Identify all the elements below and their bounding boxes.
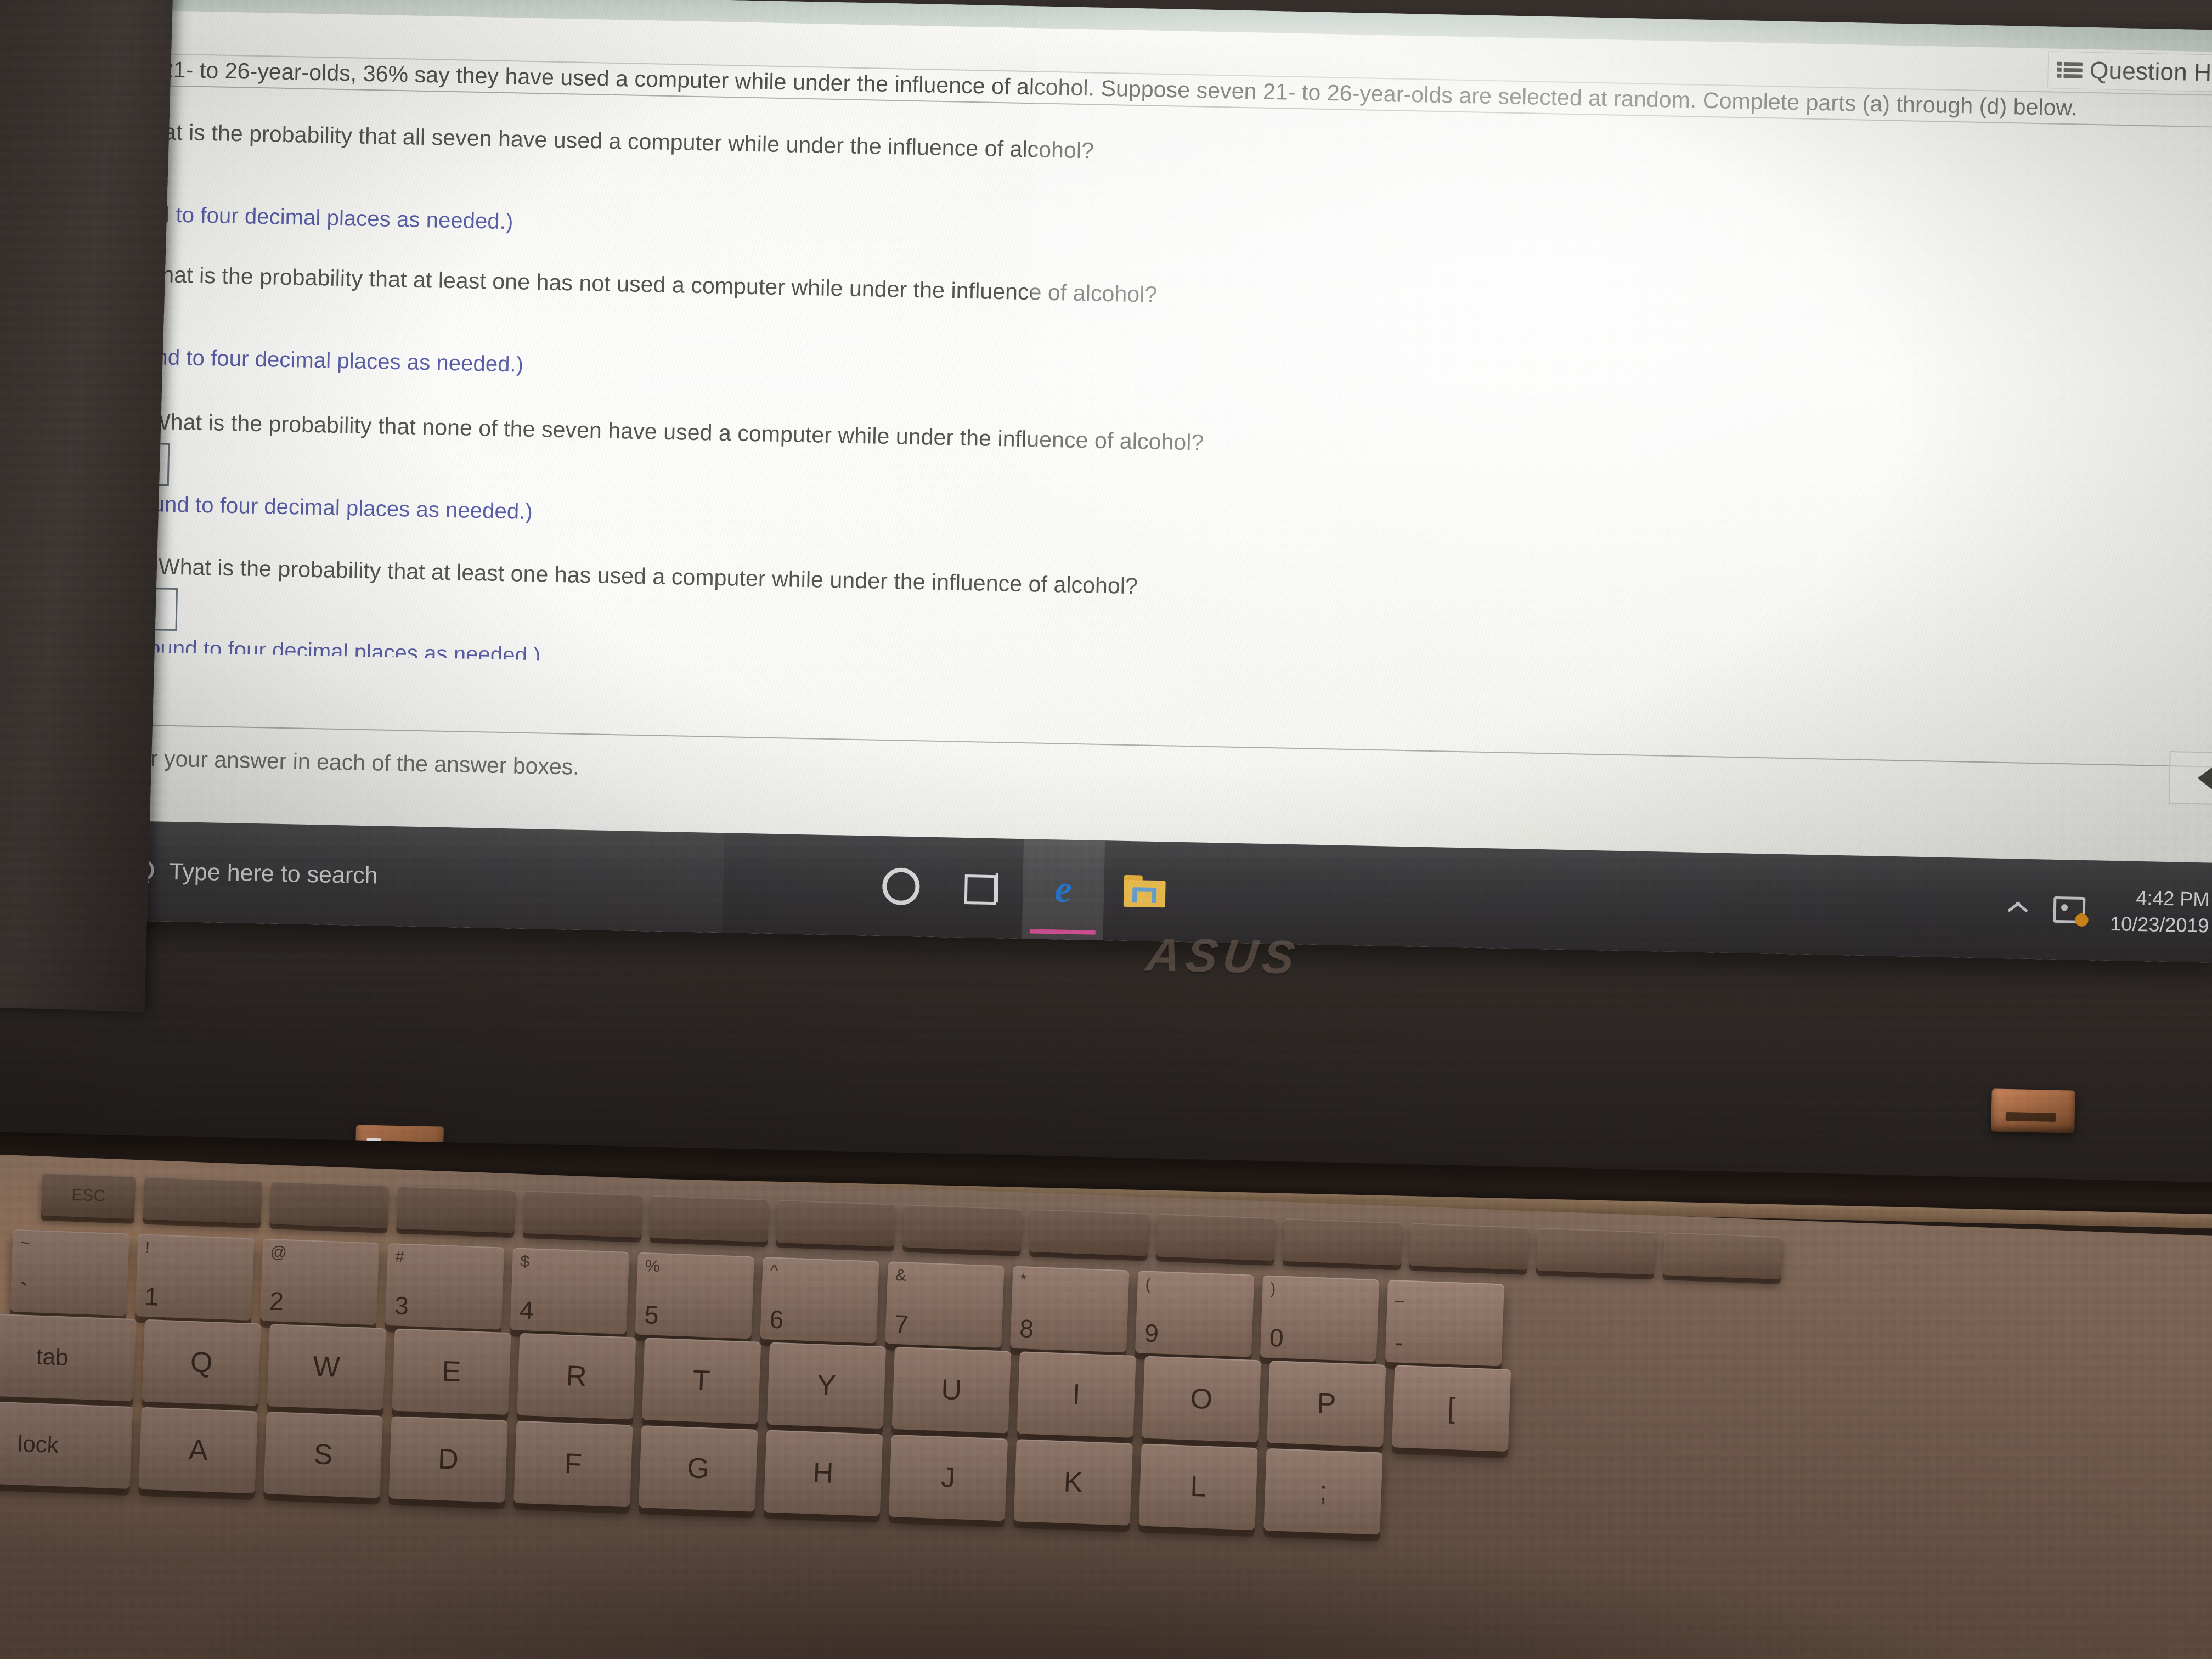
key-a[interactable]: A: [138, 1407, 258, 1494]
clock-date: 10/23/2019: [2109, 912, 2209, 937]
key-f11[interactable]: [1409, 1223, 1529, 1271]
key-9[interactable]: (9: [1135, 1271, 1255, 1357]
key-esc[interactable]: ESC: [41, 1172, 136, 1219]
key-f5[interactable]: [650, 1195, 769, 1243]
key-f12[interactable]: [1536, 1227, 1656, 1275]
key-f3[interactable]: [396, 1186, 516, 1233]
taskbar-icons: e: [860, 836, 1187, 942]
key-y[interactable]: Y: [766, 1342, 887, 1429]
search-placeholder: Type here to search: [169, 858, 379, 889]
microsoft-edge-icon[interactable]: e: [1022, 839, 1105, 941]
part-a-prompt: What is the probability that all seven h…: [129, 119, 1094, 163]
key-l[interactable]: L: [1138, 1443, 1258, 1531]
asus-brand-logo: ASUS: [1143, 928, 1303, 984]
key-h[interactable]: H: [763, 1430, 883, 1517]
key-8[interactable]: * 8: [1010, 1266, 1130, 1353]
key-tab[interactable]: tab: [0, 1313, 136, 1402]
key-g[interactable]: G: [639, 1425, 758, 1512]
key-2[interactable]: @2: [260, 1238, 380, 1325]
chevron-up-icon[interactable]: [2007, 903, 2028, 915]
key-3[interactable]: #3: [385, 1243, 505, 1330]
taskbar-clock[interactable]: 4:42 PM 10/23/2019: [2110, 886, 2210, 938]
round-note-c: (Round to four decimal places as needed.…: [116, 491, 533, 524]
system-tray: 4:42 PM 10/23/2019: [2007, 884, 2212, 938]
key-s[interactable]: S: [263, 1411, 383, 1498]
key-d[interactable]: D: [388, 1416, 508, 1503]
photo-stage: Question Help Among 21- to 26-year-olds,…: [0, 0, 2212, 1659]
clock-time: 4:42 PM: [2135, 886, 2210, 911]
edge-glyph: e: [1054, 868, 1073, 911]
key-f4[interactable]: [523, 1190, 642, 1238]
key-f13[interactable]: [1662, 1232, 1782, 1279]
file-explorer-icon[interactable]: [1103, 840, 1186, 942]
cortana-icon[interactable]: [860, 836, 943, 937]
key-7[interactable]: & 7: [885, 1261, 1005, 1348]
question-body: Among 21- to 26-year-olds, 36% say they …: [0, 50, 2212, 848]
key-[[interactable]: [: [1391, 1365, 1511, 1452]
question-help-button[interactable]: Question Help: [2047, 51, 2212, 93]
key-j[interactable]: J: [888, 1434, 1008, 1521]
screen-bezel-left: [0, 0, 174, 1012]
key-0[interactable]: ) 0: [1260, 1275, 1380, 1362]
taskbar-search[interactable]: Type here to search: [110, 820, 725, 933]
bulleted-list-icon: [2056, 60, 2083, 81]
key-f[interactable]: F: [514, 1420, 633, 1508]
key-r[interactable]: R: [517, 1333, 636, 1420]
keyboard-deck: ESC ~ `! 1 @2 #3 $4% 5 ^ 6 & 7 * 8(9) 0 _ - tab Q W E R T Y U I…: [0, 1153, 2212, 1659]
key-u[interactable]: U: [891, 1346, 1011, 1434]
key-`[interactable]: ~ `: [10, 1229, 129, 1316]
part-a-text: (a) What is the probability that all sev…: [95, 118, 1094, 164]
network-display-icon[interactable]: [2053, 896, 2089, 927]
task-view-icon[interactable]: [941, 837, 1024, 939]
key-;[interactable]: ;: [1263, 1448, 1383, 1535]
key-t[interactable]: T: [641, 1338, 761, 1424]
key-p[interactable]: P: [1267, 1360, 1386, 1447]
key-f6[interactable]: [776, 1199, 896, 1247]
triangle-left-icon[interactable]: [2168, 751, 2212, 805]
screen-surface: Question Help Among 21- to 26-year-olds,…: [0, 0, 2212, 963]
key-w[interactable]: W: [267, 1324, 386, 1410]
key-4[interactable]: $4: [510, 1248, 630, 1334]
key-q[interactable]: Q: [142, 1319, 261, 1406]
key-6[interactable]: ^ 6: [760, 1256, 879, 1344]
key-f9[interactable]: [1156, 1214, 1276, 1261]
key-1[interactable]: ! 1: [135, 1234, 255, 1321]
key--[interactable]: _ -: [1385, 1279, 1504, 1367]
laptop-screen: Question Help Among 21- to 26-year-olds,…: [0, 0, 2212, 963]
round-note-d: (Round to four decimal places as needed.…: [125, 635, 541, 661]
key-f1[interactable]: [143, 1176, 263, 1224]
key-f2[interactable]: [269, 1181, 390, 1228]
key-lock[interactable]: lock: [0, 1400, 133, 1489]
key-i[interactable]: I: [1017, 1351, 1136, 1438]
key-o[interactable]: O: [1142, 1356, 1261, 1443]
key-f7[interactable]: [902, 1204, 1023, 1252]
key-5[interactable]: % 5: [635, 1252, 754, 1339]
key-e[interactable]: E: [392, 1328, 511, 1415]
key-f8[interactable]: [1029, 1209, 1149, 1256]
key-f10[interactable]: [1283, 1218, 1402, 1266]
laptop-hinge-right: [1991, 1088, 2075, 1133]
question-help-label: Question Help: [2089, 57, 2212, 87]
key-k[interactable]: K: [1013, 1439, 1133, 1526]
round-note-b: (Round to four decimal places as needed.…: [108, 344, 524, 377]
footer-instruction: Enter your answer in each of the answer …: [104, 744, 580, 780]
